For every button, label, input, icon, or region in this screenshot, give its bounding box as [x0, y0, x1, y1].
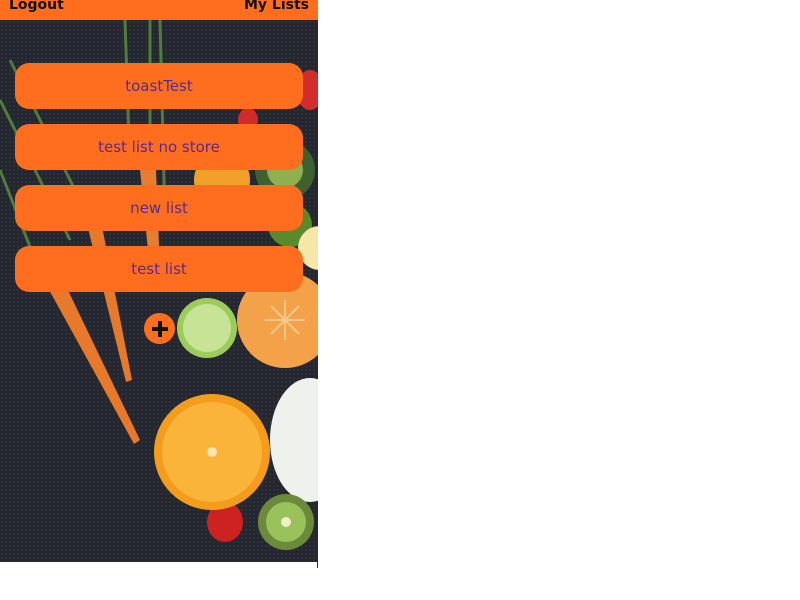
frame-edge-divider: [317, 562, 318, 568]
list-item-button[interactable]: test list: [15, 246, 303, 292]
list-item-button[interactable]: new list: [15, 185, 303, 231]
list-item-button[interactable]: toastTest: [15, 63, 303, 109]
app-screen: Logout My Lists toastTest test list no s…: [0, 0, 318, 562]
top-bar: Logout My Lists: [0, 0, 318, 20]
logout-button[interactable]: Logout: [9, 0, 64, 13]
list-item-button[interactable]: test list no store: [15, 124, 303, 170]
plus-icon: [151, 320, 168, 337]
vegetables-background-image: toastTest test list no store new list te…: [0, 20, 318, 562]
page-title: My Lists: [243, 0, 309, 13]
add-list-button[interactable]: [144, 313, 175, 344]
